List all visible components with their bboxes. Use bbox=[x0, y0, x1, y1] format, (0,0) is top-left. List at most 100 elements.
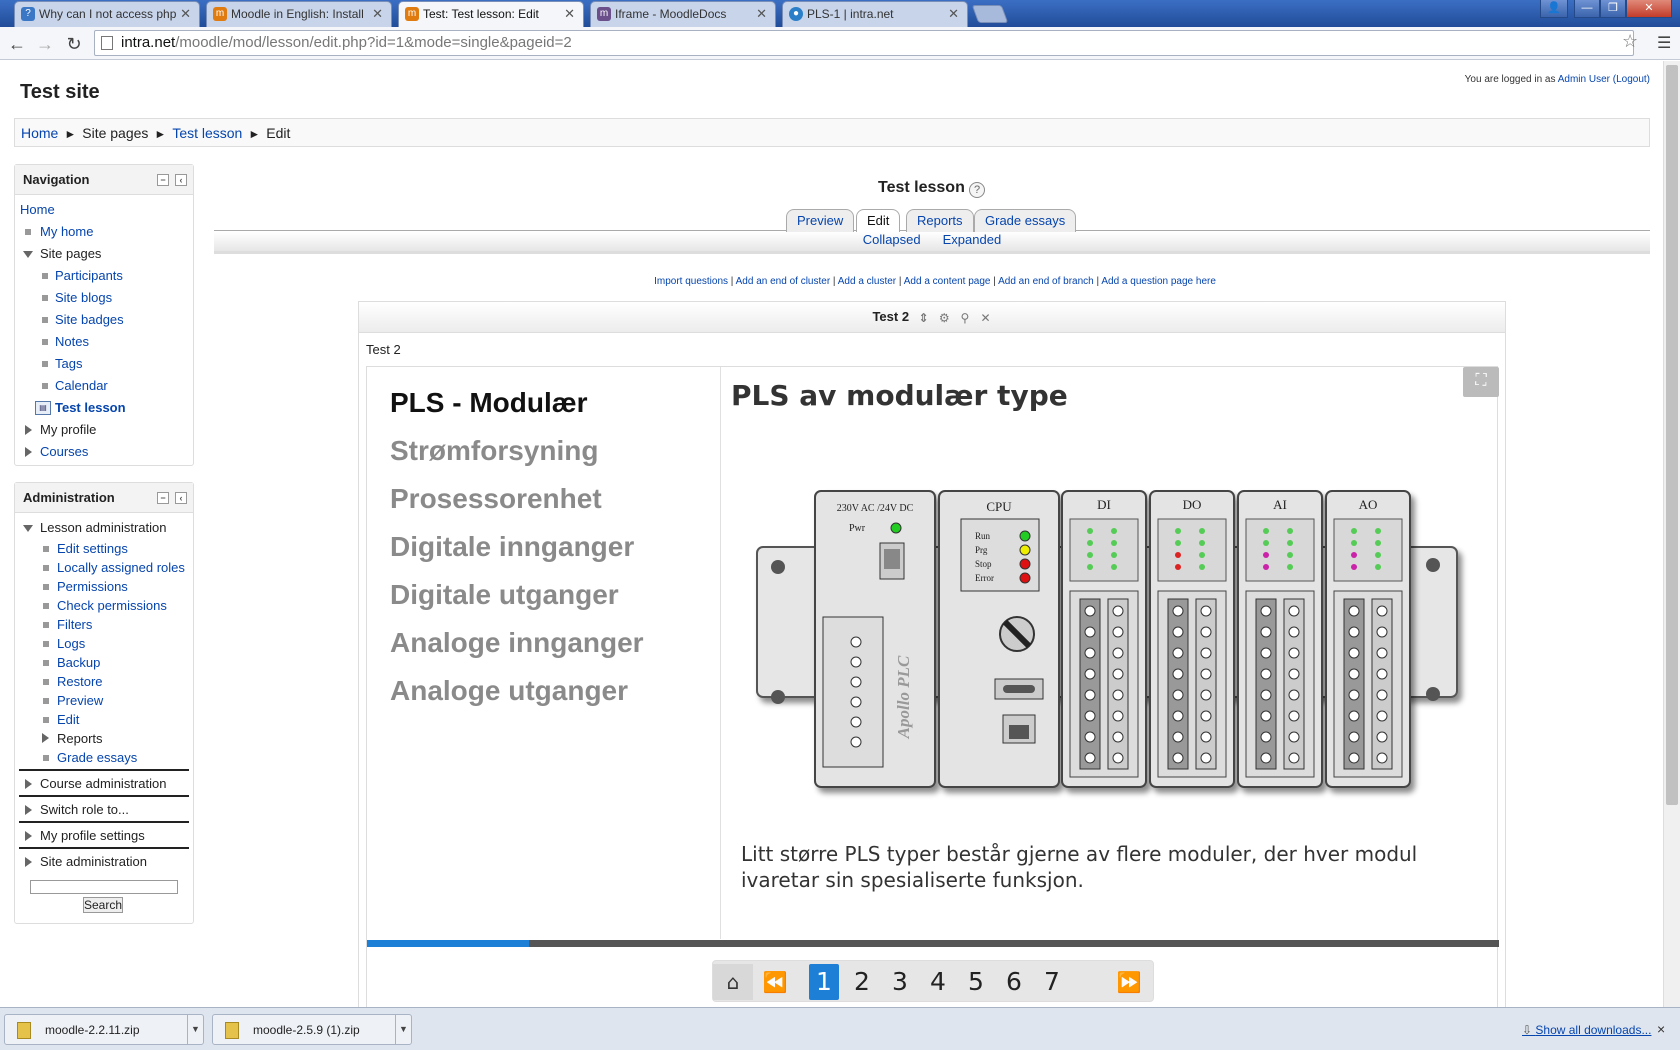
breadcrumb-home[interactable]: Home bbox=[21, 125, 58, 141]
action-add-content-page[interactable]: Add a content page bbox=[904, 276, 991, 287]
nav-item-site-blogs[interactable]: Site blogs bbox=[55, 290, 112, 305]
download-options-icon[interactable]: ▼ bbox=[395, 1015, 411, 1044]
address-bar[interactable]: intra.net/moodle/mod/lesson/edit.php?id=… bbox=[94, 30, 1634, 56]
browser-tab[interactable]: m Iframe - MoodleDocs ✕ bbox=[590, 1, 776, 27]
browser-tab[interactable]: ? Why can I not access php ✕ bbox=[14, 1, 200, 27]
action-add-cluster[interactable]: Add a cluster bbox=[838, 276, 896, 287]
new-tab-button[interactable] bbox=[971, 5, 1009, 23]
next-icon[interactable]: ⏩ bbox=[1109, 964, 1149, 1000]
admin-item-grade-essays[interactable]: Grade essays bbox=[57, 750, 137, 765]
admin-item-backup[interactable]: Backup bbox=[57, 655, 100, 670]
close-download-bar-icon[interactable]: × bbox=[1657, 1021, 1665, 1037]
nav-my-profile[interactable]: My profile bbox=[40, 422, 96, 437]
action-add-question-page[interactable]: Add a question page here bbox=[1101, 276, 1216, 287]
action-add-end-of-cluster[interactable]: Add an end of cluster bbox=[736, 276, 831, 287]
nav-item-tags[interactable]: Tags bbox=[55, 356, 82, 371]
close-tab-icon[interactable]: ✕ bbox=[372, 6, 383, 22]
tab-grade-essays[interactable]: Grade essays bbox=[974, 209, 1077, 232]
page-button-6[interactable]: 6 bbox=[999, 964, 1029, 1000]
settings-gear-icon[interactable]: ⚙ bbox=[938, 312, 950, 324]
admin-item-filters[interactable]: Filters bbox=[57, 617, 92, 632]
dock-icon[interactable]: ‹ bbox=[175, 492, 187, 504]
page-button-4[interactable]: 4 bbox=[923, 964, 953, 1000]
page-button-2[interactable]: 2 bbox=[847, 964, 877, 1000]
admin-item-permissions[interactable]: Permissions bbox=[57, 579, 128, 594]
user-link[interactable]: Admin User bbox=[1558, 74, 1610, 85]
download-options-icon[interactable]: ▼ bbox=[187, 1015, 203, 1044]
collapsed-arrow-icon[interactable] bbox=[25, 805, 32, 815]
admin-search-button[interactable]: Search bbox=[83, 897, 123, 913]
slide-menu-item[interactable]: Analoge utganger bbox=[390, 675, 628, 707]
home-icon[interactable]: ⌂ bbox=[713, 964, 753, 1000]
nav-my-home[interactable]: My home bbox=[40, 224, 93, 239]
admin-item-locally-assigned-roles[interactable]: Locally assigned roles bbox=[57, 560, 185, 575]
page-button-3[interactable]: 3 bbox=[885, 964, 915, 1000]
page-button-1[interactable]: 1 bbox=[809, 964, 839, 1000]
browser-tab[interactable]: m Moodle in English: Install ✕ bbox=[206, 1, 392, 27]
admin-search-input[interactable] bbox=[30, 880, 178, 894]
previous-icon[interactable]: ⏪ bbox=[755, 964, 795, 1000]
slide-menu-item[interactable]: Digitale utganger bbox=[390, 579, 619, 611]
menu-icon[interactable]: ☰ bbox=[1657, 33, 1671, 53]
collapse-icon[interactable]: − bbox=[157, 492, 169, 504]
bookmark-star-icon[interactable]: ☆ bbox=[1622, 31, 1638, 52]
collapsed-arrow-icon[interactable] bbox=[25, 831, 32, 841]
slide-menu-item[interactable]: Strømforsyning bbox=[390, 435, 598, 467]
back-icon[interactable]: ← bbox=[6, 33, 28, 55]
nav-item-participants[interactable]: Participants bbox=[55, 268, 123, 283]
close-tab-icon[interactable]: ✕ bbox=[948, 6, 959, 22]
slide-menu-item[interactable]: Analoge innganger bbox=[390, 627, 644, 659]
nav-item-notes[interactable]: Notes bbox=[55, 334, 89, 349]
search-preview-icon[interactable]: ⚲ bbox=[959, 312, 971, 324]
close-tab-icon[interactable]: ✕ bbox=[756, 6, 767, 22]
slide-menu-item[interactable]: Digitale innganger bbox=[390, 531, 634, 563]
browser-tab[interactable]: ● PLS-1 | intra.net ✕ bbox=[782, 1, 968, 27]
page-button-7[interactable]: 7 bbox=[1037, 964, 1067, 1000]
close-tab-icon[interactable]: ✕ bbox=[564, 6, 575, 22]
breadcrumb-lesson[interactable]: Test lesson bbox=[172, 125, 242, 141]
expanded-arrow-icon[interactable] bbox=[23, 251, 33, 258]
slide-menu-item[interactable]: PLS - Modulær bbox=[390, 387, 588, 419]
admin-section-switch-role[interactable]: Switch role to... bbox=[19, 795, 189, 821]
collapsed-arrow-icon[interactable] bbox=[25, 425, 32, 435]
forward-icon[interactable]: → bbox=[34, 33, 56, 55]
nav-site-pages[interactable]: Site pages bbox=[40, 246, 101, 261]
collapse-icon[interactable]: − bbox=[157, 174, 169, 186]
browser-tab-active[interactable]: m Test: Test lesson: Edit ✕ bbox=[398, 1, 584, 27]
dock-icon[interactable]: ‹ bbox=[175, 174, 187, 186]
help-icon[interactable]: ? bbox=[969, 182, 985, 198]
action-add-end-of-branch[interactable]: Add an end of branch bbox=[998, 276, 1094, 287]
delete-icon[interactable]: ✕ bbox=[980, 312, 992, 324]
collapsed-arrow-icon[interactable] bbox=[25, 447, 32, 457]
page-button-5[interactable]: 5 bbox=[961, 964, 991, 1000]
scrollbar-thumb[interactable] bbox=[1666, 65, 1678, 805]
admin-item-check-permissions[interactable]: Check permissions bbox=[57, 598, 167, 613]
nav-courses[interactable]: Courses bbox=[40, 444, 88, 459]
show-all-downloads-link[interactable]: Show all downloads... bbox=[1522, 1023, 1651, 1037]
nav-item-site-badges[interactable]: Site badges bbox=[55, 312, 124, 327]
slide-menu-item[interactable]: Prosessorenhet bbox=[390, 483, 602, 515]
admin-section-my-profile-settings[interactable]: My profile settings bbox=[19, 821, 189, 847]
collapsed-arrow-icon[interactable] bbox=[25, 779, 32, 789]
admin-item-preview[interactable]: Preview bbox=[57, 693, 103, 708]
nav-current-lesson[interactable]: Test lesson bbox=[55, 400, 126, 415]
nav-home[interactable]: Home bbox=[20, 202, 55, 217]
admin-section-site-administration[interactable]: Site administration bbox=[19, 847, 189, 873]
admin-item-edit[interactable]: Edit bbox=[57, 712, 79, 727]
collapsed-arrow-icon[interactable] bbox=[25, 857, 32, 867]
close-tab-icon[interactable]: ✕ bbox=[180, 6, 191, 22]
user-icon[interactable]: 👤 bbox=[1540, 0, 1568, 18]
logout-link[interactable]: (Logout) bbox=[1613, 74, 1650, 85]
move-icon[interactable]: ⇕ bbox=[918, 312, 930, 324]
nav-item-calendar[interactable]: Calendar bbox=[55, 378, 108, 393]
download-item[interactable]: moodle-2.2.11.zip ▼ bbox=[4, 1014, 204, 1045]
fullscreen-icon[interactable]: ⛶ bbox=[1463, 367, 1499, 397]
expanded-arrow-icon[interactable] bbox=[23, 525, 33, 532]
action-import-questions[interactable]: Import questions bbox=[654, 276, 728, 287]
admin-item-logs[interactable]: Logs bbox=[57, 636, 85, 651]
admin-item-edit-settings[interactable]: Edit settings bbox=[57, 541, 128, 556]
minimize-icon[interactable]: — bbox=[1574, 0, 1600, 18]
download-item[interactable]: moodle-2.5.9 (1).zip ▼ bbox=[212, 1014, 412, 1045]
tab-reports[interactable]: Reports bbox=[906, 209, 974, 232]
subtab-collapsed[interactable]: Collapsed bbox=[863, 232, 921, 247]
